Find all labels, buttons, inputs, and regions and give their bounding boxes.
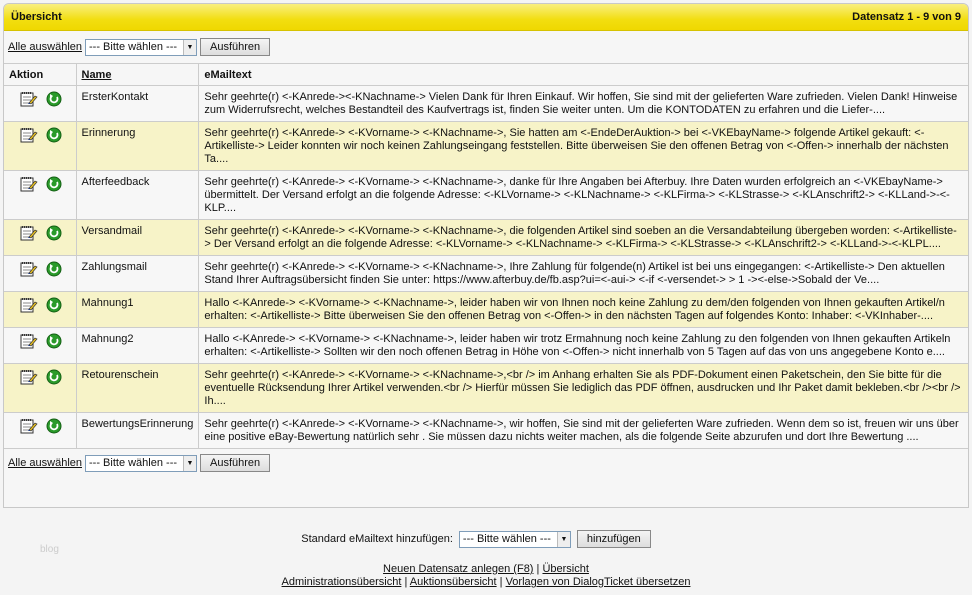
table-row: ErsterKontakt Sehr geehrte(r) <-KAnrede-… (4, 85, 968, 122)
activate-icon[interactable] (46, 261, 62, 281)
overview-panel: Übersicht Datensatz 1 - 9 von 9 Alle aus… (3, 3, 969, 508)
execute-button[interactable]: Ausführen (200, 38, 271, 56)
template-name: Mahnung2 (75, 327, 199, 364)
table-row: Afterfeedback Sehr geehrte(r) <-KAnrede-… (4, 170, 968, 220)
edit-icon[interactable] (20, 261, 38, 281)
action-cell (4, 170, 76, 220)
template-name: Afterfeedback (75, 170, 199, 220)
edit-icon[interactable] (20, 333, 38, 353)
standard-email-select[interactable]: --- Bitte wählen --- ▼ (458, 530, 571, 548)
standard-email-select-value: --- Bitte wählen --- (462, 533, 551, 545)
template-text: Hallo <-KAnrede-> <-KVorname-> <-KNachna… (198, 327, 968, 364)
template-text: Sehr geehrte(r) <-KAnrede-> <-KVorname->… (198, 121, 968, 171)
template-text: Sehr geehrte(r) <-KAnrede-><-KNachname->… (198, 85, 968, 122)
template-name: Zahlungsmail (75, 255, 199, 292)
add-button[interactable]: hinzufügen (576, 530, 651, 548)
action-select[interactable]: --- Bitte wählen --- ▼ (85, 454, 197, 472)
action-cell (4, 219, 76, 256)
table-row: Versandmail Sehr geehrte(r) <-KAnrede-> … (4, 219, 968, 256)
template-text: Sehr geehrte(r) <-KAnrede-> <-KVorname->… (198, 219, 968, 256)
admin-overview-link[interactable]: Administrationsübersicht (282, 576, 402, 588)
edit-icon[interactable] (20, 127, 38, 147)
activate-icon[interactable] (46, 297, 62, 317)
activate-icon[interactable] (46, 418, 62, 438)
template-text: Sehr geehrte(r) <-KAnrede-> <-KVorname->… (198, 412, 968, 449)
action-select-value: --- Bitte wählen --- (89, 41, 178, 53)
standard-email-label: Standard eMailtext hinzufügen: (301, 533, 453, 545)
template-name: BewertungsErinnerung (75, 412, 199, 449)
edit-icon[interactable] (20, 91, 38, 111)
footer-links: Neuen Datensatz anlegen (F8) | Übersicht… (281, 563, 691, 588)
top-toolbar: Alle auswählen --- Bitte wählen --- ▼ Aus… (4, 36, 968, 58)
template-name: Erinnerung (75, 121, 199, 171)
edit-icon[interactable] (20, 176, 38, 196)
overview-link[interactable]: Übersicht (542, 563, 588, 575)
edit-icon[interactable] (20, 369, 38, 389)
table-row: Zahlungsmail Sehr geehrte(r) <-KAnrede->… (4, 255, 968, 292)
bottom-toolbar: Alle auswählen --- Bitte wählen --- ▼ Aus… (4, 452, 968, 474)
action-cell (4, 291, 76, 328)
email-templates-table: Aktion Name eMailtext ErsterKontakt Sehr… (4, 63, 968, 449)
table-row: Mahnung2 Hallo <-KAnrede-> <-KVorname-> … (4, 327, 968, 364)
standard-email-add: Standard eMailtext hinzufügen: --- Bitte… (0, 530, 972, 548)
edit-icon[interactable] (20, 418, 38, 438)
template-text: Sehr geehrte(r) <-KAnrede-> <-KVorname->… (198, 170, 968, 220)
activate-icon[interactable] (46, 176, 62, 196)
select-all-link[interactable]: Alle auswählen (8, 457, 82, 469)
edit-icon[interactable] (20, 297, 38, 317)
action-select[interactable]: --- Bitte wählen --- ▼ (85, 38, 197, 56)
action-cell (4, 363, 76, 413)
action-cell (4, 121, 76, 171)
table-row: Erinnerung Sehr geehrte(r) <-KAnrede-> <… (4, 121, 968, 171)
chevron-down-icon: ▼ (183, 455, 196, 471)
column-name[interactable]: Name (75, 63, 199, 86)
chevron-down-icon: ▼ (183, 39, 196, 55)
new-record-link[interactable]: Neuen Datensatz anlegen (F8) (383, 563, 533, 575)
action-cell (4, 327, 76, 364)
action-cell (4, 412, 76, 449)
activate-icon[interactable] (46, 333, 62, 353)
template-text: Hallo <-KAnrede-> <-KVorname-> <-KNachna… (198, 291, 968, 328)
action-select-value: --- Bitte wählen --- (89, 457, 178, 469)
footer: Standard eMailtext hinzufügen: --- Bitte… (0, 530, 972, 548)
translate-templates-link[interactable]: Vorlagen von DialogTicket übersetzen (506, 576, 691, 588)
activate-icon[interactable] (46, 91, 62, 111)
panel-title: Übersicht (11, 11, 62, 23)
action-cell (4, 85, 76, 122)
action-cell (4, 255, 76, 292)
table-row: Mahnung1 Hallo <-KAnrede-> <-KVorname-> … (4, 291, 968, 328)
sort-name-link[interactable]: Name (82, 69, 112, 81)
edit-icon[interactable] (20, 225, 38, 245)
template-text: Sehr geehrte(r) <-KAnrede-> <-KVorname->… (198, 255, 968, 292)
column-emailtext: eMailtext (198, 63, 968, 86)
table-row: Retourenschein Sehr geehrte(r) <-KAnrede… (4, 363, 968, 413)
panel-header: Übersicht Datensatz 1 - 9 von 9 (4, 4, 968, 31)
template-name: ErsterKontakt (75, 85, 199, 122)
template-name: Retourenschein (75, 363, 199, 413)
activate-icon[interactable] (46, 225, 62, 245)
select-all-link[interactable]: Alle auswählen (8, 41, 82, 53)
chevron-down-icon: ▼ (556, 531, 570, 547)
template-name: Mahnung1 (75, 291, 199, 328)
record-info: Datensatz 1 - 9 von 9 (852, 11, 961, 23)
execute-button[interactable]: Ausführen (200, 454, 271, 472)
template-text: Sehr geehrte(r) <-KAnrede-> <-KVorname->… (198, 363, 968, 413)
column-aktion: Aktion (4, 63, 76, 86)
activate-icon[interactable] (46, 127, 62, 147)
template-name: Versandmail (75, 219, 199, 256)
auction-overview-link[interactable]: Auktionsübersicht (410, 576, 497, 588)
activate-icon[interactable] (46, 369, 62, 389)
table-row: BewertungsErinnerung Sehr geehrte(r) <-K… (4, 412, 968, 449)
